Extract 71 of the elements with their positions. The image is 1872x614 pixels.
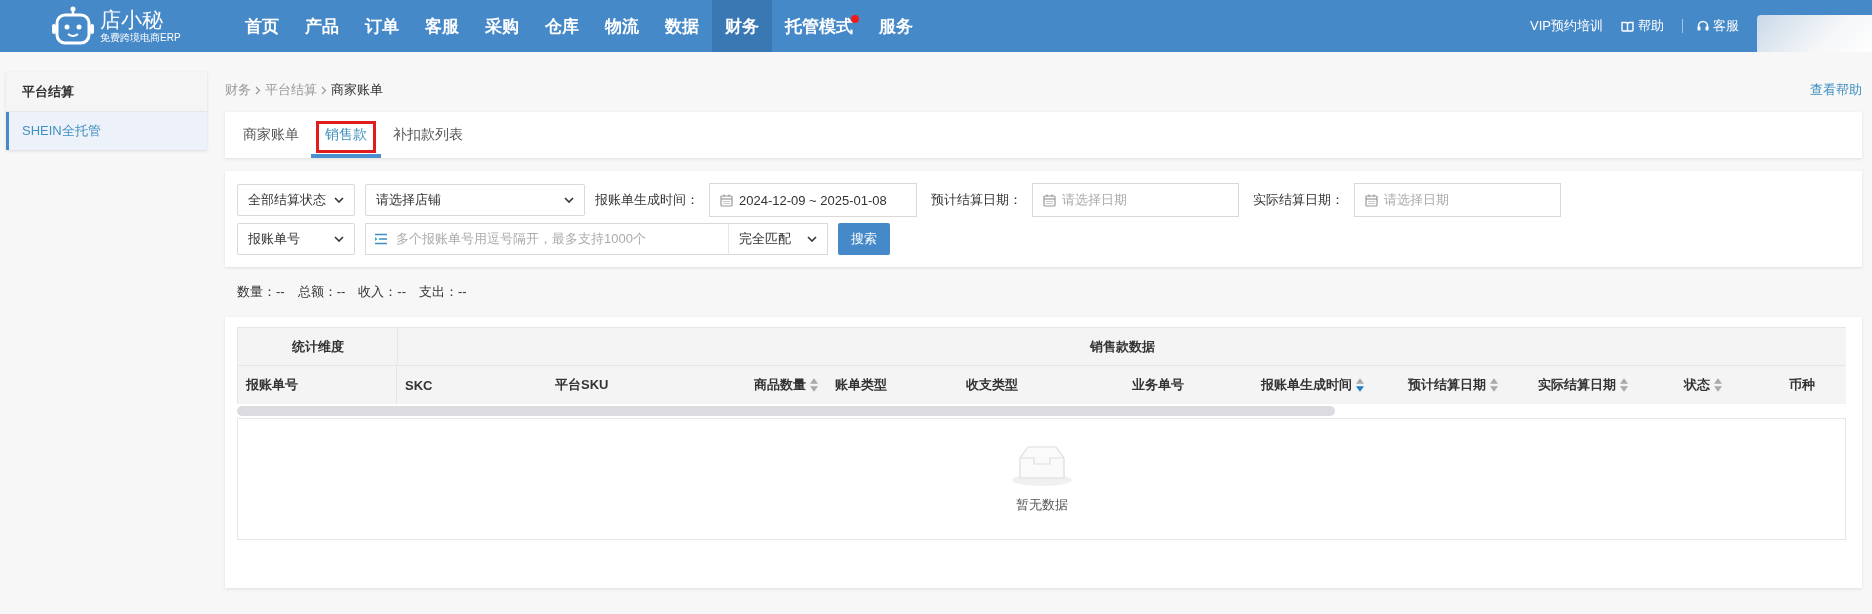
headset-icon	[1697, 20, 1709, 32]
logo-name: 店小秘	[100, 8, 164, 32]
sort-icon[interactable]	[809, 377, 819, 393]
column-header: 币种	[1789, 376, 1815, 394]
header-link[interactable]: 客服	[1697, 17, 1739, 35]
column-header: 平台SKU	[555, 376, 609, 394]
breadcrumb-link[interactable]: 平台结算	[265, 81, 317, 99]
field-label: 实际结算日期：	[1253, 191, 1344, 209]
nav-tab[interactable]: 财务	[712, 0, 772, 52]
select-field[interactable]: 全部结算状态	[237, 184, 355, 216]
summary-stat: 数量：--	[237, 283, 285, 301]
summary-stat: 支出：--	[419, 283, 467, 301]
sidebar-item[interactable]: SHEIN全托管	[6, 112, 207, 150]
group-header: 销售款数据	[397, 327, 1846, 366]
sort-icon[interactable]	[1618, 377, 1629, 393]
calendar-icon	[1043, 193, 1056, 207]
header-link[interactable]: 帮助	[1621, 17, 1664, 35]
robot-logo-icon	[50, 6, 96, 46]
empty-message: 暂无数据	[1015, 496, 1068, 514]
column-header[interactable]: 实际结算日期	[1537, 376, 1616, 394]
summary-stat: 总额：--	[297, 283, 346, 301]
date-range-field[interactable]: 请选择日期	[1354, 183, 1561, 217]
caret-icon	[564, 197, 574, 203]
nav-tab[interactable]: 仓库	[532, 0, 592, 52]
logo-tagline: 免费跨境电商ERP	[100, 32, 181, 44]
nav-tab[interactable]: 物流	[592, 0, 652, 52]
nav-tab[interactable]: 服务	[866, 0, 926, 52]
date-range-field[interactable]: 请选择日期	[1032, 183, 1239, 217]
book-icon	[1621, 20, 1634, 32]
nav-tab[interactable]: 订单	[352, 0, 412, 52]
nav-tab[interactable]: 数据	[652, 0, 712, 52]
nav-tab[interactable]: 首页	[232, 0, 292, 52]
nav-tab[interactable]: 产品	[292, 0, 352, 52]
sort-icon[interactable]	[1712, 377, 1723, 393]
calendar-icon	[1365, 193, 1378, 207]
chevron-icon	[255, 85, 261, 95]
summary-stat: 收入：--	[358, 283, 406, 301]
date-range-field[interactable]: 2024-12-09 ~ 2025-01-08	[709, 183, 917, 217]
select-field[interactable]: 请选择店铺	[365, 184, 585, 216]
tab[interactable]: 商家账单	[237, 116, 305, 158]
column-header[interactable]: 状态	[1683, 376, 1710, 394]
column-header[interactable]: 商品数量	[754, 376, 806, 394]
column-header: 报账单号	[246, 376, 298, 394]
column-header[interactable]: 报账单生成时间	[1261, 376, 1352, 394]
field-label: 报账单生成时间：	[595, 191, 699, 209]
sort-icon[interactable]	[1488, 377, 1499, 393]
column-header[interactable]: 预计结算日期	[1407, 376, 1486, 394]
nav-tab[interactable]: 托管模式	[772, 0, 866, 52]
search-button[interactable]: 搜索	[838, 223, 890, 255]
caret-icon	[334, 197, 344, 203]
field-label: 预计结算日期：	[931, 191, 1022, 209]
select-field[interactable]: 报账单号	[237, 223, 355, 255]
tab[interactable]: 销售款	[311, 116, 381, 158]
nav-tab[interactable]: 采购	[472, 0, 532, 52]
column-header: 账单类型	[835, 376, 887, 394]
breadcrumb-link[interactable]: 商家账单	[331, 81, 383, 99]
column-header: 收支类型	[966, 376, 1018, 394]
header-link[interactable]: VIP预约培训	[1530, 17, 1603, 35]
column-header: SKC	[405, 377, 433, 393]
tab[interactable]: 补扣款列表	[387, 116, 469, 158]
calendar-icon	[720, 193, 733, 207]
empty-inbox-icon	[1009, 444, 1074, 488]
breadcrumb-link[interactable]: 财务	[225, 81, 251, 99]
help-link[interactable]: 查看帮助	[1810, 81, 1862, 99]
scrollbar-thumb[interactable]	[237, 406, 1335, 416]
column-header: 业务单号	[1132, 376, 1184, 394]
nav-tab[interactable]: 客服	[412, 0, 472, 52]
caret-icon	[334, 236, 344, 242]
group-header: 统计维度	[237, 327, 397, 366]
chevron-icon	[321, 85, 327, 95]
sort-icon[interactable]	[1355, 377, 1365, 393]
